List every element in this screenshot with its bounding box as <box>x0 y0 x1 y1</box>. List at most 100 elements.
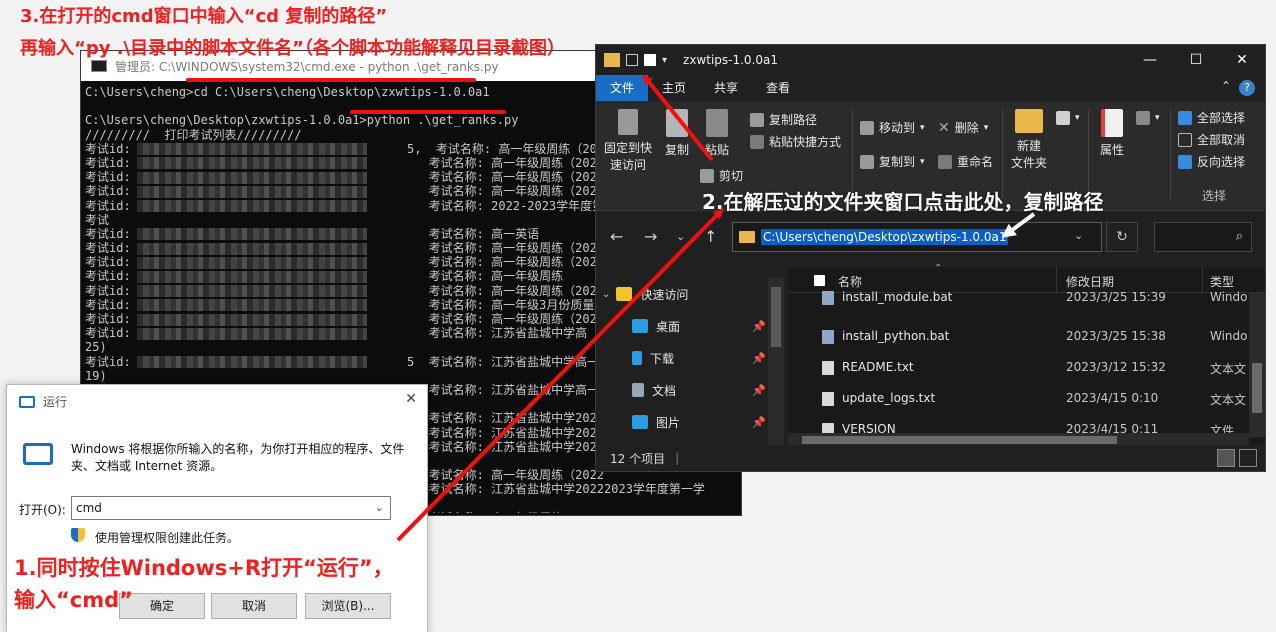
star-icon <box>616 287 633 301</box>
new-item-button[interactable]: ▾ <box>1056 111 1080 125</box>
annotation-step2: 2.在解压过的文件夹窗口点击此处，复制路径 <box>702 190 1104 214</box>
properties-icon <box>1101 109 1123 137</box>
pin-icon: 📌 <box>752 415 766 429</box>
nav-quick-access[interactable]: ⌄ 快速访问 <box>602 281 688 307</box>
nav-documents[interactable]: 文档 📌 <box>632 377 766 403</box>
scissors-icon <box>700 168 714 183</box>
sort-up-icon: ⌃ <box>934 263 943 274</box>
exam-name-text: 考试名称: 江苏省盐城中学20222023学年度第一学 <box>407 482 705 497</box>
exam-id-label: 考试id: <box>85 155 131 170</box>
tab-view[interactable]: 查看 <box>752 75 804 101</box>
exam-id-label: 考试id: <box>85 269 131 284</box>
file-type: 文本文 <box>1210 393 1247 407</box>
exam-id-label: 考试id: <box>85 184 131 199</box>
delete-x-icon: ✕ <box>938 119 950 136</box>
file-row[interactable]: update_logs.txt 2023/4/15 0:10 文本文 <box>788 384 1265 414</box>
address-field[interactable]: C:\Users\cheng\Desktop\zxwtips-1.0.0a1 <box>732 222 1102 252</box>
forward-icon[interactable]: → <box>644 227 657 246</box>
document-icon <box>632 383 644 397</box>
file-row[interactable]: README.txt 2023/3/12 15:32 文本文 <box>788 353 1265 383</box>
run-command-value[interactable]: cmd <box>76 501 102 515</box>
nav-scrollbar[interactable] <box>768 277 784 447</box>
new-folder-icon <box>1015 109 1043 133</box>
address-dropdown-icon[interactable]: ⌄ <box>1074 229 1083 242</box>
recent-dropdown-icon[interactable]: ⌄ <box>676 230 685 243</box>
file-date: 2023/3/12 15:32 <box>1066 360 1166 374</box>
file-row[interactable]: install_python.bat 2023/3/25 15:38 Windo <box>788 322 1265 352</box>
file-list-vscroll[interactable] <box>1249 293 1265 437</box>
rename-button[interactable]: 重命名 <box>938 153 993 170</box>
explorer-window[interactable]: ▾ zxwtips-1.0.0a1 — ☐ ✕ 文件 主页 共享 查看 ⌃ ? … <box>595 44 1266 472</box>
close-icon[interactable]: ✕ <box>405 391 417 407</box>
cancel-button[interactable]: 取消 <box>211 593 297 619</box>
run-titlebar[interactable]: 运行 <box>19 393 67 410</box>
redacted-block <box>136 356 367 369</box>
run-command-input[interactable]: cmd ⌄ <box>71 496 391 520</box>
pin-to-quick-access-button[interactable]: 固定到快 速访问 <box>602 109 654 173</box>
file-row[interactable]: install_module.bat 2023/3/25 15:39 Windo <box>788 283 1265 313</box>
file-date: 2023/3/25 15:39 <box>1066 290 1166 304</box>
delete-button[interactable]: ✕ 删除 ▾ <box>938 119 988 136</box>
vscroll-thumb[interactable] <box>1252 363 1262 413</box>
up-icon[interactable]: ↑ <box>704 227 717 246</box>
close-button[interactable]: ✕ <box>1219 45 1265 75</box>
run-title: 运行 <box>43 395 68 409</box>
nav-desktop[interactable]: 桌面 📌 <box>632 313 766 339</box>
nav-scroll-thumb[interactable] <box>771 287 781 347</box>
cut-button[interactable]: 剪切 <box>700 167 743 184</box>
collapse-ribbon-icon[interactable]: ⌃ <box>1221 79 1231 93</box>
large-icons-view-icon[interactable] <box>1239 449 1257 467</box>
open-button[interactable]: ▾ <box>1136 111 1160 125</box>
text-file-icon <box>822 392 834 406</box>
details-view-icon[interactable] <box>1217 449 1235 467</box>
browse-button[interactable]: 浏览(B)... <box>305 593 391 619</box>
search-input[interactable]: ⌕ <box>1154 222 1252 252</box>
redacted-block <box>136 256 367 269</box>
back-icon[interactable]: ← <box>610 227 623 246</box>
ribbon-separator <box>1170 109 1171 199</box>
new-folder-button[interactable]: 新建 文件夹 <box>1008 109 1050 171</box>
file-list[interactable]: 名称 ⌃ 修改日期 类型 install_module.bat 2023/3/25… <box>788 263 1265 447</box>
select-all-button[interactable]: 全部选择 <box>1178 109 1245 126</box>
paste-shortcut-button[interactable]: 粘贴快捷方式 <box>750 133 841 150</box>
redacted-block <box>136 270 367 283</box>
address-path[interactable]: C:\Users\cheng\Desktop\zxwtips-1.0.0a1 <box>761 229 1009 245</box>
exam-name-text: 考试名称: 高一年级周练（202 <box>407 312 597 326</box>
copy-to-button[interactable]: 复制到 ▾ <box>860 153 925 170</box>
move-to-button[interactable]: 移动到 ▾ <box>860 119 925 136</box>
chevron-down-icon[interactable]: ⌄ <box>602 289 610 300</box>
chevron-down-icon[interactable]: ⌄ <box>375 497 384 519</box>
desktop-icon <box>632 319 648 333</box>
nav-pictures[interactable]: 图片 📌 <box>632 409 766 435</box>
select-none-button[interactable]: 全部取消 <box>1178 131 1245 148</box>
properties-quick-icon[interactable] <box>626 54 638 66</box>
minimize-button[interactable]: — <box>1127 45 1173 75</box>
refresh-button[interactable]: ↻ <box>1106 222 1138 252</box>
hscroll-thumb[interactable] <box>802 436 1117 444</box>
quick-access-dropdown-icon[interactable]: ▾ <box>662 55 667 66</box>
exam-name-text: 考试名称: 江苏省盐城中学2022 <box>407 439 605 454</box>
copy-path-button[interactable]: 复制路径 <box>750 111 817 128</box>
file-type: Windo <box>1210 290 1248 304</box>
explorer-title: zxwtips-1.0.0a1 <box>683 53 779 67</box>
cmd-icon <box>91 60 107 72</box>
admin-note: 使用管理权限创建此任务。 <box>95 531 240 545</box>
folder-icon <box>739 231 755 243</box>
maximize-button[interactable]: ☐ <box>1173 45 1219 75</box>
invert-selection-button[interactable]: 反向选择 <box>1178 153 1245 170</box>
tab-share[interactable]: 共享 <box>700 75 752 101</box>
checkbox-quick-icon[interactable] <box>644 54 656 66</box>
tab-file[interactable]: 文件 <box>596 75 649 101</box>
nav-downloads[interactable]: 下载 📌 <box>632 345 766 371</box>
help-icon[interactable]: ? <box>1239 80 1255 96</box>
screen: 管理员: C:\WINDOWS\system32\cmd.exe - pytho… <box>0 0 1276 632</box>
exam-name-text: 考试名称: 高一年级周练（202 <box>407 255 597 270</box>
paste-button[interactable]: 粘贴 <box>700 109 734 158</box>
exam-id-label: 19) <box>85 368 107 383</box>
properties-button[interactable]: 属性 <box>1094 109 1130 158</box>
group-label-select: 选择 <box>1202 189 1227 203</box>
copy-button[interactable]: 复制 <box>660 109 694 158</box>
annotation-step3-line1: 3.在打开的cmd窗口中输入“cd 复制的路径” <box>20 6 388 27</box>
tab-home[interactable]: 主页 <box>648 75 700 101</box>
explorer-titlebar[interactable]: ▾ zxwtips-1.0.0a1 — ☐ ✕ <box>596 45 1265 75</box>
